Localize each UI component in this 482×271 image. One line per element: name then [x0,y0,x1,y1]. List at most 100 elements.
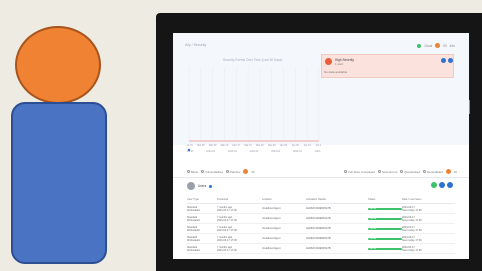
notification-subtitle: 1 alert [335,62,344,66]
events-chart: Mar 01 Mar 05 Mar 09 Mar 13 Mar 17Mar 21 Mar … [187,67,321,153]
table-actions [431,182,453,188]
cell-details: 0A1B2C3D4E5F6A7B [306,227,331,230]
status-badge: Active [368,247,402,250]
status-badge: Active [368,207,402,210]
breadcrumb-root[interactable]: Ally [185,43,191,47]
filter-full-scan[interactable]: Full Scan Completed [344,169,375,174]
cell-date: 2023-03-17 Seen today 17:06 [402,205,422,212]
x-tick-label: Mar 13 [221,144,229,147]
chart-range-handle [187,148,191,152]
alert-icon[interactable] [435,43,441,48]
cell-protected: 7 months ago 2023-03-17 17:06 [217,235,237,242]
filter-remediated[interactable]: Remediated [423,169,443,174]
header-status: Good 93 Info [417,43,455,48]
cell-type: Standard Workstation [187,205,201,212]
status-label: Good [424,43,433,48]
cell-details: 0A1B2C3D4E5F6A7B [306,247,331,250]
notification-close-button[interactable] [448,58,453,63]
x-tick-label: Apr 06 [292,144,300,147]
breadcrumb: Ally / Security [185,43,207,47]
cell-protected: 7 months ago 2023-03-17 17:06 [217,225,237,232]
settings-button[interactable] [447,182,453,188]
column-header[interactable]: Location [262,198,306,203]
status-badge: Active [368,237,402,240]
cell-status: Active [368,237,402,240]
column-header[interactable]: Protected [217,198,262,203]
users-header: Users [187,182,213,190]
info-icon[interactable] [209,184,213,188]
table-row[interactable]: Standard Workstation 7 months ago 2023-03-1… [187,204,455,214]
cell-date: 2023-03-17 Seen today 17:06 [402,245,422,252]
cell-type: Standard Workstation [187,225,201,232]
cell-status: Active [368,227,402,230]
cell-location: Undefined Agent [262,237,281,240]
x-tick-label-secondary: 2023-04 [293,150,302,153]
filter-count-right: 26 [453,169,457,174]
cell-protected: 7 months ago 2023-03-17 17:06 [217,245,237,252]
filters-left: Block Vulnerabilities Patches 26 [187,169,255,174]
x-tick-label-secondary: 2023-04 [315,150,321,153]
column-header[interactable]: Status [368,198,402,203]
x-tick-label: Apr 14 [315,144,321,147]
x-tick-label: Mar 29 [268,144,276,147]
cell-date: 2023-03-17 Seen today 17:06 [402,235,422,242]
cell-type: Standard Workstation [187,245,201,252]
users-title: Users [198,184,207,188]
users-table: User Type Protected Location Activation … [187,198,455,254]
breadcrumb-current: Security [193,43,207,47]
table-row[interactable]: Standard Workstation 7 months ago 2023-03-1… [187,244,455,254]
x-tick-label-secondary: 2023-03 [206,150,215,153]
cell-details: 0A1B2C3D4E5F6A7B [306,217,331,220]
status-badge: Active [368,217,402,220]
filter-patches[interactable]: Patches [225,169,240,174]
cell-details: 0A1B2C3D4E5F6A7B [306,207,331,210]
filter-vulnerabilities[interactable]: Vulnerabilities [201,169,223,174]
x-tick-label: Apr 02 [280,144,288,147]
cell-status: Active [368,247,402,250]
column-header[interactable]: Activation Details [306,198,368,203]
filter-bar: Block Vulnerabilities Patches 26 Full Sc… [173,169,469,175]
cell-location: Undefined Agent [262,247,281,250]
cell-protected: 7 months ago 2023-03-17 17:06 [217,215,237,222]
cell-type: Standard Workstation [187,235,201,242]
column-header[interactable]: Date / Last Seen [402,198,455,203]
person-head [15,26,101,104]
cell-location: Undefined Agent [262,227,281,230]
cell-location: Undefined Agent [262,217,281,220]
cell-status: Active [368,217,402,220]
table-row[interactable]: Standard Workstation 7 months ago 2023-03-1… [187,224,455,234]
x-tick-label: Mar 01 [187,144,193,147]
x-tick-label: Mar 09 [209,144,217,147]
status-badge: Active [368,227,402,230]
alert-notification[interactable]: High Severity 1 alert No data available [321,54,454,78]
cell-date: 2023-03-17 Seen today 17:06 [402,225,422,232]
filter-count: 26 [251,169,255,174]
x-tick-label-secondary: 2023-04 [250,150,259,153]
x-tick-label: Mar 25 [256,144,264,147]
user-label[interactable]: Info [450,44,455,48]
cell-protected: 7 months ago 2023-03-17 17:06 [217,205,237,212]
status-icon [417,43,422,48]
cell-details: 0A1B2C3D4E5F6A7B [306,237,331,240]
column-header[interactable]: User Type [187,198,217,203]
users-icon [187,182,195,190]
refresh-button[interactable] [439,182,445,188]
section-divider [173,177,469,178]
notification-action-button[interactable] [441,58,446,63]
cell-location: Undefined Agent [262,207,281,210]
table-row[interactable]: Standard Workstation 7 months ago 2023-03-1… [187,214,455,224]
filter-quarantined[interactable]: Quarantined [400,169,420,174]
cell-status: Active [368,207,402,210]
x-tick-label-secondary: 2023-04 [271,150,280,153]
add-user-button[interactable] [431,182,437,188]
x-tick-label: Mar 05 [197,144,205,147]
table-row[interactable]: Standard Workstation 7 months ago 2023-03-1… [187,234,455,244]
filter-scan-errors[interactable]: Scan Errors [378,169,397,174]
x-tick-label-secondary: 2023-04 [228,150,237,153]
filter-block[interactable]: Block [187,169,198,174]
filters-right: Full Scan Completed Scan Errors Quaranti… [344,169,457,174]
x-tick-label: Apr 10 [304,144,312,147]
cell-date: 2023-03-17 Seen today 17:06 [402,215,422,222]
cell-type: Standard Workstation [187,215,201,222]
app-screen: Ally / Security Good 93 Info Security Ev… [173,33,469,259]
